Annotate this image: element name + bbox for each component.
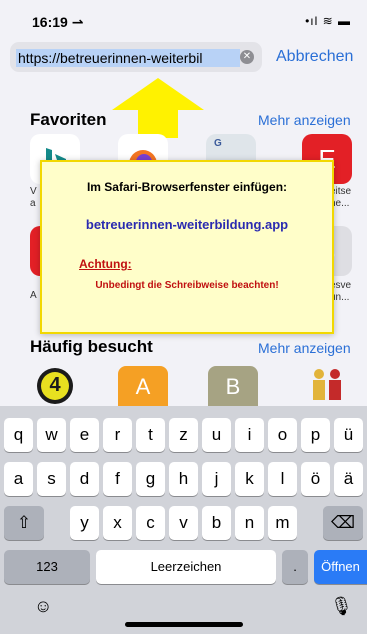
overlay-note: Unbedingt die Schreibweise beachten! xyxy=(95,280,279,291)
key-z[interactable]: z xyxy=(169,418,198,452)
key-s[interactable]: s xyxy=(37,462,66,496)
frequent-more-link[interactable]: Mehr anzeigen xyxy=(258,340,351,356)
address-bar[interactable]: https://betreuerinnen-weiterbil ✕ xyxy=(10,42,262,72)
tile-gmx-letter: G xyxy=(214,138,222,149)
key-e[interactable]: e xyxy=(70,418,99,452)
tile-b-letter: B xyxy=(225,374,241,399)
delete-icon: ⌫ xyxy=(330,513,356,532)
favorites-title: Favoriten xyxy=(30,110,107,129)
arrow-up-icon xyxy=(112,78,204,138)
numbers-key[interactable]: 123 xyxy=(4,550,90,584)
status-time: 16:19 ⇀ xyxy=(32,14,84,30)
key-k[interactable]: k xyxy=(235,462,264,496)
key-p[interactable]: p xyxy=(301,418,330,452)
overlay-title: Im Safari-Browserfenster einfügen: xyxy=(86,180,288,194)
key-w[interactable]: w xyxy=(37,418,66,452)
instruction-overlay: Im Safari-Browserfenster einfügen: betre… xyxy=(40,160,334,334)
key-x[interactable]: x xyxy=(103,506,132,540)
key-g[interactable]: g xyxy=(136,462,165,496)
url-input[interactable]: https://betreuerinnen-weiterbil xyxy=(16,49,240,67)
key-u[interactable]: u xyxy=(202,418,231,452)
people-logo-icon xyxy=(313,369,341,400)
home-indicator xyxy=(125,622,243,627)
delete-key[interactable]: ⌫ xyxy=(323,506,363,540)
favorite-label-5: A xyxy=(30,290,37,301)
key-f[interactable]: f xyxy=(103,462,132,496)
key-l[interactable]: l xyxy=(268,462,297,496)
key-ue[interactable]: ü xyxy=(334,418,363,452)
status-icons: •ıl ≋ ▬ xyxy=(305,14,351,28)
favorite-label-1: V xyxy=(30,186,37,197)
cancel-button[interactable]: Abbrechen xyxy=(276,48,353,66)
key-t[interactable]: t xyxy=(136,418,165,452)
favorite-label-1b: a xyxy=(30,198,36,209)
key-oe[interactable]: ö xyxy=(301,462,330,496)
key-m[interactable]: m xyxy=(268,506,297,540)
go-button[interactable]: Öffnen xyxy=(314,550,367,584)
overlay-warning: Achtung: xyxy=(79,257,132,271)
tile-a-letter: A xyxy=(135,374,151,399)
keyboard: q w e r t z u i o p ü a s d f g h j k l … xyxy=(0,406,367,634)
frequent-title: Häufig besucht xyxy=(30,337,153,356)
key-i[interactable]: i xyxy=(235,418,264,452)
key-j[interactable]: j xyxy=(202,462,231,496)
key-v[interactable]: v xyxy=(169,506,198,540)
microphone-icon[interactable]: 🎙 xyxy=(330,596,353,617)
key-y[interactable]: y xyxy=(70,506,99,540)
key-c[interactable]: c xyxy=(136,506,165,540)
favorites-more-link[interactable]: Mehr anzeigen xyxy=(258,112,351,128)
key-ae[interactable]: ä xyxy=(334,462,363,496)
key-h[interactable]: h xyxy=(169,462,198,496)
clear-icon[interactable]: ✕ xyxy=(240,50,254,64)
tile-4-number: 4 xyxy=(49,374,61,396)
key-a[interactable]: a xyxy=(4,462,33,496)
dot-key[interactable]: . xyxy=(282,550,308,584)
key-o[interactable]: o xyxy=(268,418,297,452)
shift-key[interactable]: ⇧ xyxy=(4,506,44,540)
key-b[interactable]: b xyxy=(202,506,231,540)
key-r[interactable]: r xyxy=(103,418,132,452)
emoji-icon[interactable]: ☺ xyxy=(34,596,52,617)
key-q[interactable]: q xyxy=(4,418,33,452)
status-bar: 16:19 ⇀ •ıl ≋ ▬ xyxy=(0,0,367,36)
space-key[interactable]: Leerzeichen xyxy=(96,550,276,584)
key-d[interactable]: d xyxy=(70,462,99,496)
shift-icon: ⇧ xyxy=(16,513,32,532)
overlay-url: betreuerinnen-weiterbildung.app xyxy=(85,217,289,232)
key-n[interactable]: n xyxy=(235,506,264,540)
